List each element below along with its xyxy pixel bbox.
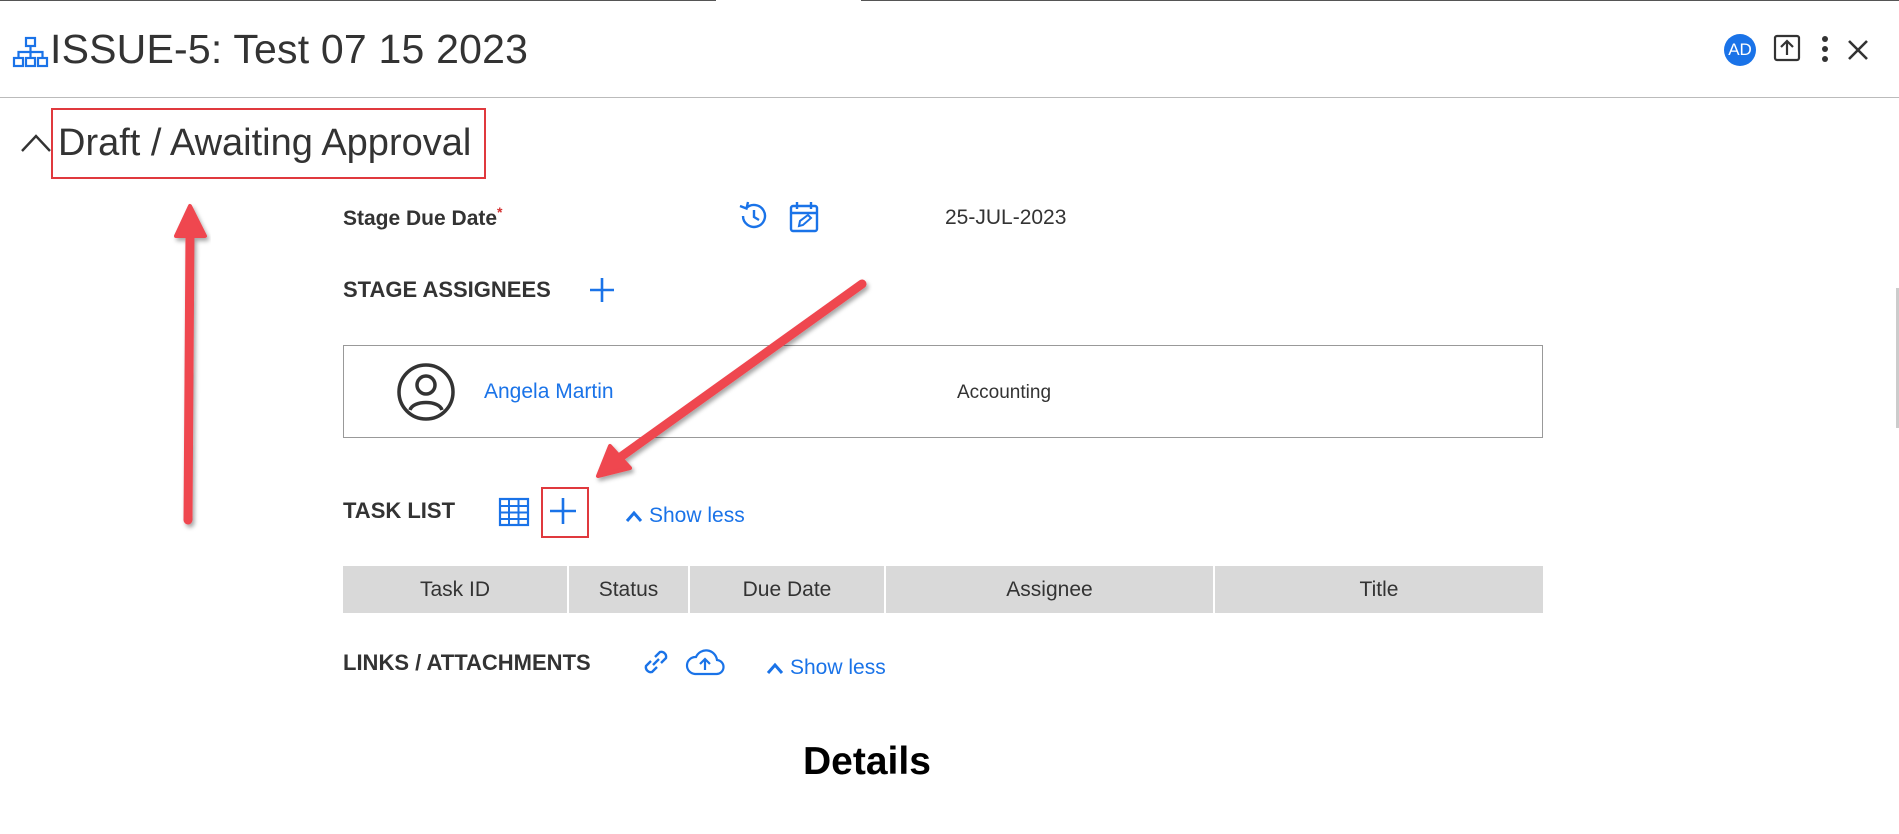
calendar-edit-icon[interactable] [789,201,819,233]
details-heading: Details [803,740,931,783]
column-title[interactable]: Title [1215,566,1543,613]
top-border-left [0,0,716,1]
add-task-highlight [541,487,589,538]
stage-due-date-value: 25-JUL-2023 [945,206,1067,229]
history-icon[interactable] [737,200,769,232]
task-list-label: TASK LIST [343,498,456,523]
column-status[interactable]: Status [569,566,690,613]
org-chart-icon [12,36,49,68]
show-less-text: Show less [790,656,886,679]
links-attachments-label: LINKS / ATTACHMENTS [343,650,591,675]
column-assignee[interactable]: Assignee [886,566,1215,613]
task-list-show-less-link[interactable]: Show less [625,504,745,528]
header-divider [0,97,1899,98]
stage-due-date-label: Stage Due Date* [343,204,503,231]
chevron-up-icon[interactable] [20,131,52,153]
annotation-arrow-up [174,204,207,525]
cloud-upload-icon[interactable] [684,646,726,678]
show-less-text: Show less [649,504,745,527]
chevron-up-small-icon [766,662,784,674]
stage-title-highlight [51,108,486,179]
chevron-up-small-icon [625,510,643,522]
avatar[interactable]: AD [1724,34,1756,66]
table-grid-icon[interactable] [498,497,530,527]
share-icon[interactable] [1773,34,1801,62]
column-due-date[interactable]: Due Date [690,566,886,613]
stage-assignees-label: STAGE ASSIGNEES [343,277,551,302]
page-title: ISSUE-5: Test 07 15 2023 [50,26,529,72]
close-icon[interactable] [1846,38,1870,62]
add-assignee-button[interactable] [588,276,616,304]
column-task-id[interactable]: Task ID [343,566,569,613]
stage-due-date-text: Stage Due Date [343,207,498,230]
assignee-department: Accounting [957,382,1052,403]
assignee-name-link[interactable]: Angela Martin [484,380,614,404]
links-show-less-link[interactable]: Show less [766,656,886,680]
task-table-header: Task ID Status Due Date Assignee Title [343,566,1543,613]
top-border-right [861,0,1899,1]
user-avatar-icon [397,363,455,421]
link-icon[interactable] [639,645,673,679]
required-marker: * [497,204,503,220]
more-vert-icon[interactable] [1818,34,1832,64]
